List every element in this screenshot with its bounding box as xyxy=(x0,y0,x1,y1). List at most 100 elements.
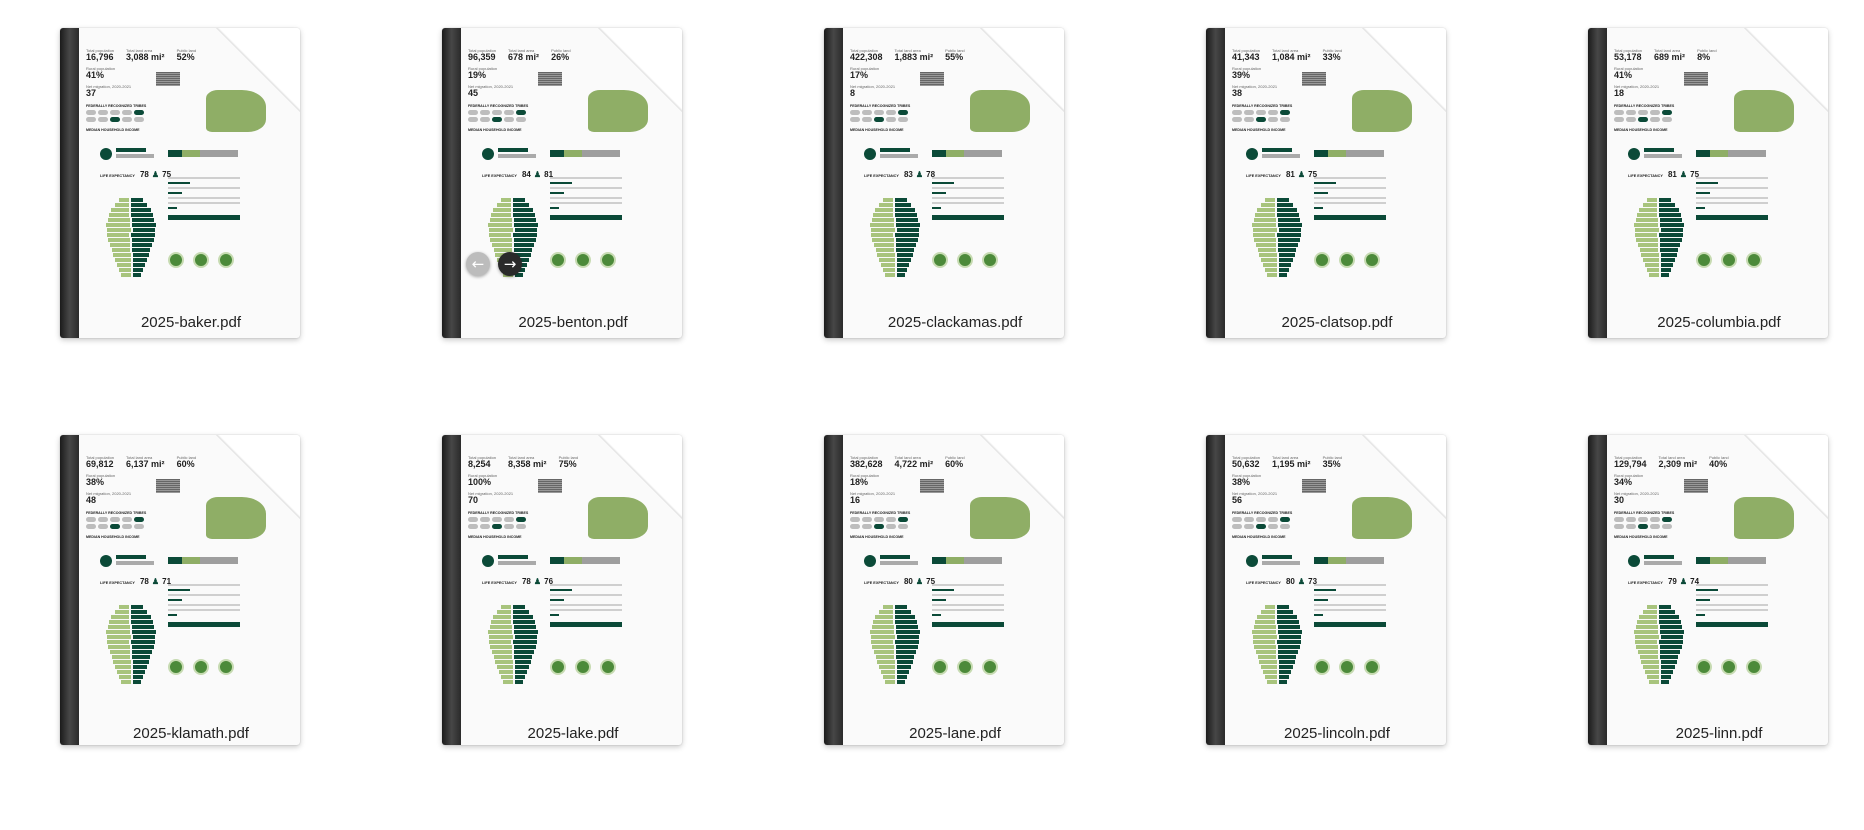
binder-spine xyxy=(60,435,79,745)
file-name[interactable]: 2025-clatsop.pdf xyxy=(1146,314,1528,331)
stat-value: 1,883 mi² xyxy=(894,52,934,62)
page-preview: Total population 422,308 Total land area… xyxy=(850,48,1056,330)
oregon-map-icon xyxy=(538,479,562,493)
page-preview: Total population 96,359 Total land area … xyxy=(468,48,674,330)
stat-area: Total land area 8,358 mi² xyxy=(508,455,547,469)
stat-area: Total land area 6,137 mi² xyxy=(126,455,165,469)
income-title: MEDIAN HOUSEHOLD INCOME xyxy=(850,535,904,539)
stat-value: 4,722 mi² xyxy=(894,459,934,469)
page-preview: Total population 50,632 Total land area … xyxy=(1232,455,1438,737)
file-tile[interactable]: LIFE EXPECTANCY 78 ♟ 76 Total population… xyxy=(382,415,764,830)
stat-area: Total land area 4,722 mi² xyxy=(895,455,934,469)
county-map xyxy=(1352,497,1412,539)
arrow-right-icon[interactable]: → xyxy=(498,252,522,276)
oregon-map-icon xyxy=(156,479,180,493)
stat-value: 129,794 xyxy=(1614,459,1647,469)
file-tile[interactable]: LIFE EXPECTANCY 84 ♟ 81 Total population… xyxy=(382,0,764,415)
file-name[interactable]: 2025-lane.pdf xyxy=(764,725,1146,742)
page-preview: Total population 69,812 Total land area … xyxy=(86,455,292,737)
stat-value: 41,343 xyxy=(1232,52,1260,62)
county-map xyxy=(588,90,648,132)
pdf-thumbnail[interactable]: LIFE EXPECTANCY 78 ♟ 76 Total population… xyxy=(442,435,682,745)
pdf-thumbnail[interactable]: LIFE EXPECTANCY 80 ♟ 75 Total population… xyxy=(824,435,1064,745)
file-tile[interactable]: LIFE EXPECTANCY 80 ♟ 73 Total population… xyxy=(1146,415,1528,830)
oregon-map-icon xyxy=(538,72,562,86)
county-map xyxy=(1734,497,1794,539)
income-title: MEDIAN HOUSEHOLD INCOME xyxy=(1232,128,1286,132)
pdf-thumbnail[interactable]: LIFE EXPECTANCY 81 ♟ 75 Total population… xyxy=(1588,28,1828,338)
county-map xyxy=(970,497,1030,539)
binder-spine xyxy=(60,28,79,338)
pdf-thumbnail[interactable]: LIFE EXPECTANCY 78 ♟ 71 Total population… xyxy=(60,435,300,745)
stat-population: Total population 69,812 xyxy=(86,455,114,469)
file-name[interactable]: 2025-clackamas.pdf xyxy=(764,314,1146,331)
file-grid: LIFE EXPECTANCY 78 ♟ 75 Total population… xyxy=(0,0,1864,830)
pdf-thumbnail[interactable]: LIFE EXPECTANCY 84 ♟ 81 Total population… xyxy=(442,28,682,338)
stat-area: Total land area 1,883 mi² xyxy=(895,48,934,62)
oregon-map-icon xyxy=(1684,479,1708,493)
county-map xyxy=(970,90,1030,132)
page-preview: Total population 53,178 Total land area … xyxy=(1614,48,1820,330)
oregon-map-icon xyxy=(1302,479,1326,493)
stat-area: Total land area 2,309 mi² xyxy=(1659,455,1698,469)
file-name[interactable]: 2025-benton.pdf xyxy=(382,314,764,331)
income-title: MEDIAN HOUSEHOLD INCOME xyxy=(468,535,522,539)
income-title: MEDIAN HOUSEHOLD INCOME xyxy=(1614,128,1668,132)
binder-spine xyxy=(824,28,843,338)
income-title: MEDIAN HOUSEHOLD INCOME xyxy=(86,535,140,539)
stat-public-land: Public land 33% xyxy=(1323,48,1343,62)
stat-value: 40% xyxy=(1709,459,1728,469)
stat-value: 53,178 xyxy=(1614,52,1642,62)
stat-value: 35% xyxy=(1322,459,1341,469)
page-preview: Total population 8,254 Total land area 8… xyxy=(468,455,674,737)
stat-value: 8,254 xyxy=(468,459,491,469)
file-name[interactable]: 2025-columbia.pdf xyxy=(1528,314,1864,331)
pdf-thumbnail[interactable]: LIFE EXPECTANCY 79 ♟ 74 Total population… xyxy=(1588,435,1828,745)
stat-value: 1,195 mi² xyxy=(1272,459,1311,469)
page-preview: Total population 129,794 Total land area… xyxy=(1614,455,1820,737)
file-name[interactable]: 2025-linn.pdf xyxy=(1528,725,1864,742)
file-name[interactable]: 2025-lincoln.pdf xyxy=(1146,725,1528,742)
file-tile[interactable]: LIFE EXPECTANCY 83 ♟ 78 Total population… xyxy=(764,0,1146,415)
oregon-map-icon xyxy=(920,72,944,86)
stat-value: 3,088 mi² xyxy=(126,52,165,62)
page-preview: Total population 16,796 Total land area … xyxy=(86,48,292,330)
file-name[interactable]: 2025-baker.pdf xyxy=(0,314,382,331)
income-title: MEDIAN HOUSEHOLD INCOME xyxy=(86,128,140,132)
stat-value: 16,796 xyxy=(86,52,114,62)
file-tile[interactable]: LIFE EXPECTANCY 78 ♟ 71 Total population… xyxy=(0,415,382,830)
binder-spine xyxy=(824,435,843,745)
stat-public-land: Public land 40% xyxy=(1709,455,1729,469)
stat-public-land: Public land 75% xyxy=(559,455,579,469)
stat-value: 8% xyxy=(1697,52,1711,62)
stat-public-land: Public land 26% xyxy=(551,48,571,62)
pdf-thumbnail[interactable]: LIFE EXPECTANCY 83 ♟ 78 Total population… xyxy=(824,28,1064,338)
file-tile[interactable]: LIFE EXPECTANCY 81 ♟ 75 Total population… xyxy=(1528,0,1864,415)
file-tile[interactable]: LIFE EXPECTANCY 81 ♟ 75 Total population… xyxy=(1146,0,1528,415)
county-map xyxy=(1734,90,1794,132)
stat-public-land: Public land 35% xyxy=(1323,455,1343,469)
pdf-thumbnail[interactable]: LIFE EXPECTANCY 80 ♟ 73 Total population… xyxy=(1206,435,1446,745)
county-map xyxy=(1352,90,1412,132)
county-map xyxy=(588,497,648,539)
county-map xyxy=(206,90,266,132)
file-tile[interactable]: LIFE EXPECTANCY 80 ♟ 75 Total population… xyxy=(764,415,1146,830)
file-name[interactable]: 2025-lake.pdf xyxy=(382,725,764,742)
binder-spine xyxy=(442,435,461,745)
binder-spine xyxy=(1588,435,1607,745)
pdf-thumbnail[interactable]: LIFE EXPECTANCY 78 ♟ 75 Total population… xyxy=(60,28,300,338)
file-tile[interactable]: LIFE EXPECTANCY 78 ♟ 75 Total population… xyxy=(0,0,382,415)
arrow-left-icon[interactable]: ← xyxy=(466,252,490,276)
stat-value: 60% xyxy=(176,459,195,469)
stat-value: 8,358 mi² xyxy=(508,459,547,469)
page-preview: Total population 382,628 Total land area… xyxy=(850,455,1056,737)
stat-population: Total population 16,796 xyxy=(86,48,114,62)
file-name[interactable]: 2025-klamath.pdf xyxy=(0,725,382,742)
stat-area: Total land area 3,088 mi² xyxy=(126,48,165,62)
stat-value: 75% xyxy=(558,459,577,469)
county-map xyxy=(206,497,266,539)
stat-population: Total population 41,343 xyxy=(1232,48,1260,62)
income-title: MEDIAN HOUSEHOLD INCOME xyxy=(1614,535,1668,539)
pdf-thumbnail[interactable]: LIFE EXPECTANCY 81 ♟ 75 Total population… xyxy=(1206,28,1446,338)
file-tile[interactable]: LIFE EXPECTANCY 79 ♟ 74 Total population… xyxy=(1528,415,1864,830)
